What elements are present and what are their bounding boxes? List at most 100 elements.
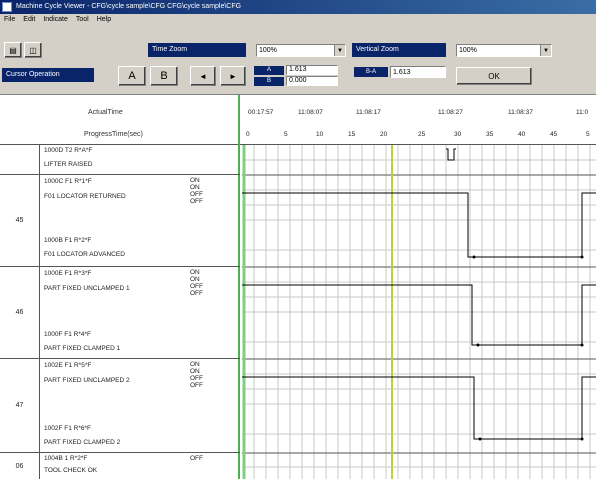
menu-file[interactable]: File — [4, 14, 15, 26]
actual-time-tick: 11:0 — [576, 109, 589, 116]
menu-help[interactable]: Help — [97, 14, 111, 26]
progress-tick: 30 — [454, 131, 462, 138]
waveforms — [242, 148, 596, 440]
signal-row[interactable]: 06 1004B 1 R*2*F TOOL CHECK OK OFF — [0, 453, 240, 479]
row-number: 45 — [0, 175, 40, 266]
actual-time-tick: 00:17:57 — [248, 109, 274, 116]
state-off: OFF — [190, 455, 203, 462]
window-titlebar: Machine Cycle Viewer - CFG\cycle sample\… — [0, 0, 596, 14]
actual-time-tick: 11:08:37 — [508, 109, 533, 116]
waveform-unclamped-1 — [242, 284, 596, 346]
b-value-field[interactable]: 0.000 — [286, 76, 338, 86]
signal-address: 1000C F1 R*1*F — [44, 178, 92, 185]
state-off: OFF — [190, 382, 203, 389]
progress-tick: 45 — [550, 131, 558, 138]
state-off: OFF — [190, 290, 203, 297]
time-zoom-select[interactable]: 100% ▼ — [256, 44, 346, 57]
state-on: ON — [190, 361, 200, 368]
state-labels: ON ON OFF OFF — [190, 361, 203, 389]
ok-button[interactable]: OK — [456, 67, 532, 85]
state-on: ON — [190, 177, 200, 184]
window-title: Machine Cycle Viewer - CFG\cycle sample\… — [16, 3, 242, 10]
progress-tick: 5 — [586, 131, 590, 138]
signal-address: 1004B 1 R*2*F — [44, 455, 88, 462]
b-label: B — [254, 77, 284, 86]
menu-bar: File Edit Indicate Tool Help — [0, 14, 596, 26]
signal-name: PART FIXED UNCLAMPED 2 — [44, 377, 130, 384]
signal-address: 1000D T2 R*A*F — [44, 147, 93, 154]
progress-tick: 10 — [316, 131, 324, 138]
signal-name: TOOL CHECK OK — [44, 467, 98, 474]
state-labels: ON ON OFF OFF — [190, 269, 203, 297]
progress-tick: 5 — [284, 131, 288, 138]
signal-name: PART FIXED CLAMPED 1 — [44, 345, 121, 352]
cursor-b-button[interactable]: B — [150, 66, 178, 86]
state-on: ON — [190, 269, 200, 276]
row-number — [0, 145, 40, 174]
state-labels: OFF — [190, 455, 203, 462]
menu-tool[interactable]: Tool — [76, 14, 89, 26]
ba-label: B-A — [354, 67, 388, 77]
print-button[interactable]: ▤ — [4, 42, 22, 58]
signal-name: LIFTER RAISED — [44, 161, 93, 168]
a-value-field[interactable]: 1.613 — [286, 65, 338, 75]
chevron-down-icon[interactable]: ▼ — [540, 45, 551, 56]
waveform-unclamped-2 — [242, 376, 596, 440]
waveform-markers — [472, 255, 584, 441]
state-off: OFF — [190, 375, 203, 382]
cursor-operation-label: Cursor Operation — [2, 68, 94, 82]
time-zoom-label: Time Zoom — [148, 43, 246, 57]
arrow-right-icon: ► — [229, 71, 237, 81]
menu-edit[interactable]: Edit — [23, 14, 35, 26]
printer-icon: ▤ — [9, 45, 17, 55]
progress-tick: 25 — [418, 131, 426, 138]
chevron-down-icon[interactable]: ▼ — [334, 45, 345, 56]
state-off: OFF — [190, 283, 203, 290]
vertical-zoom-label: Vertical Zoom — [352, 43, 446, 57]
signal-row[interactable]: 46 1000E F1 R*3*F PART FIXED UNCLAMPED 1… — [0, 267, 240, 359]
state-off: OFF — [190, 191, 203, 198]
ba-value-field[interactable]: 1.613 — [390, 66, 446, 78]
cursor-a-button[interactable]: A — [118, 66, 146, 86]
state-labels: ON ON OFF OFF — [190, 177, 203, 205]
waveform-lifter-raised — [446, 148, 456, 161]
vertical-zoom-select[interactable]: 100% ▼ — [456, 44, 552, 57]
timing-grid[interactable] — [242, 145, 596, 479]
a-label: A — [254, 66, 284, 75]
signal-name: F01 LOCATOR RETURNED — [44, 193, 126, 200]
signal-row[interactable]: 45 1000C F1 R*1*F F01 LOCATOR RETURNED 1… — [0, 175, 240, 267]
row-number: 06 — [0, 453, 40, 479]
preview-icon: ◫ — [29, 45, 37, 55]
progress-tick: 20 — [380, 131, 388, 138]
state-on: ON — [190, 184, 200, 191]
state-on: ON — [190, 368, 200, 375]
actual-time-tick: 11:08:27 — [438, 109, 463, 116]
progress-tick: 15 — [348, 131, 356, 138]
row-dividers — [242, 174, 596, 454]
signal-row[interactable]: 47 1002E F1 R*5*F PART FIXED UNCLAMPED 2… — [0, 359, 240, 453]
signal-name: F01 LOCATOR ADVANCED — [44, 251, 125, 258]
signal-name: PART FIXED UNCLAMPED 1 — [44, 285, 130, 292]
row-number: 47 — [0, 359, 40, 452]
next-button[interactable]: ► — [220, 66, 246, 86]
progress-tick: 0 — [246, 131, 250, 138]
preview-button[interactable]: ◫ — [24, 42, 42, 58]
waveform-locator — [242, 192, 596, 258]
app-icon — [2, 2, 12, 12]
state-on: ON — [190, 276, 200, 283]
prev-button[interactable]: ◄ — [190, 66, 216, 86]
actual-time-tick: 11:08:17 — [356, 109, 381, 116]
time-zoom-value: 100% — [259, 47, 277, 54]
signal-row[interactable]: 1000D T2 R*A*F LIFTER RAISED — [0, 145, 240, 175]
signal-address: 1002E F1 R*5*F — [44, 362, 92, 369]
arrow-left-icon: ◄ — [199, 71, 207, 81]
menu-indicate[interactable]: Indicate — [43, 14, 68, 26]
signal-list: 1000D T2 R*A*F LIFTER RAISED 45 1000C F1… — [0, 95, 240, 479]
signal-address: 1000B F1 R*2*F — [44, 237, 92, 244]
signal-address: 1002F F1 R*6*F — [44, 425, 91, 432]
signal-address: 1000F F1 R*4*F — [44, 331, 91, 338]
signal-name: PART FIXED CLAMPED 2 — [44, 439, 121, 446]
actual-time-tick: 11:08:07 — [298, 109, 323, 116]
timing-chart-panel: ActualTime ProgressTime(sec) 00:17:57 11… — [0, 94, 596, 479]
grid-lines — [242, 145, 596, 479]
